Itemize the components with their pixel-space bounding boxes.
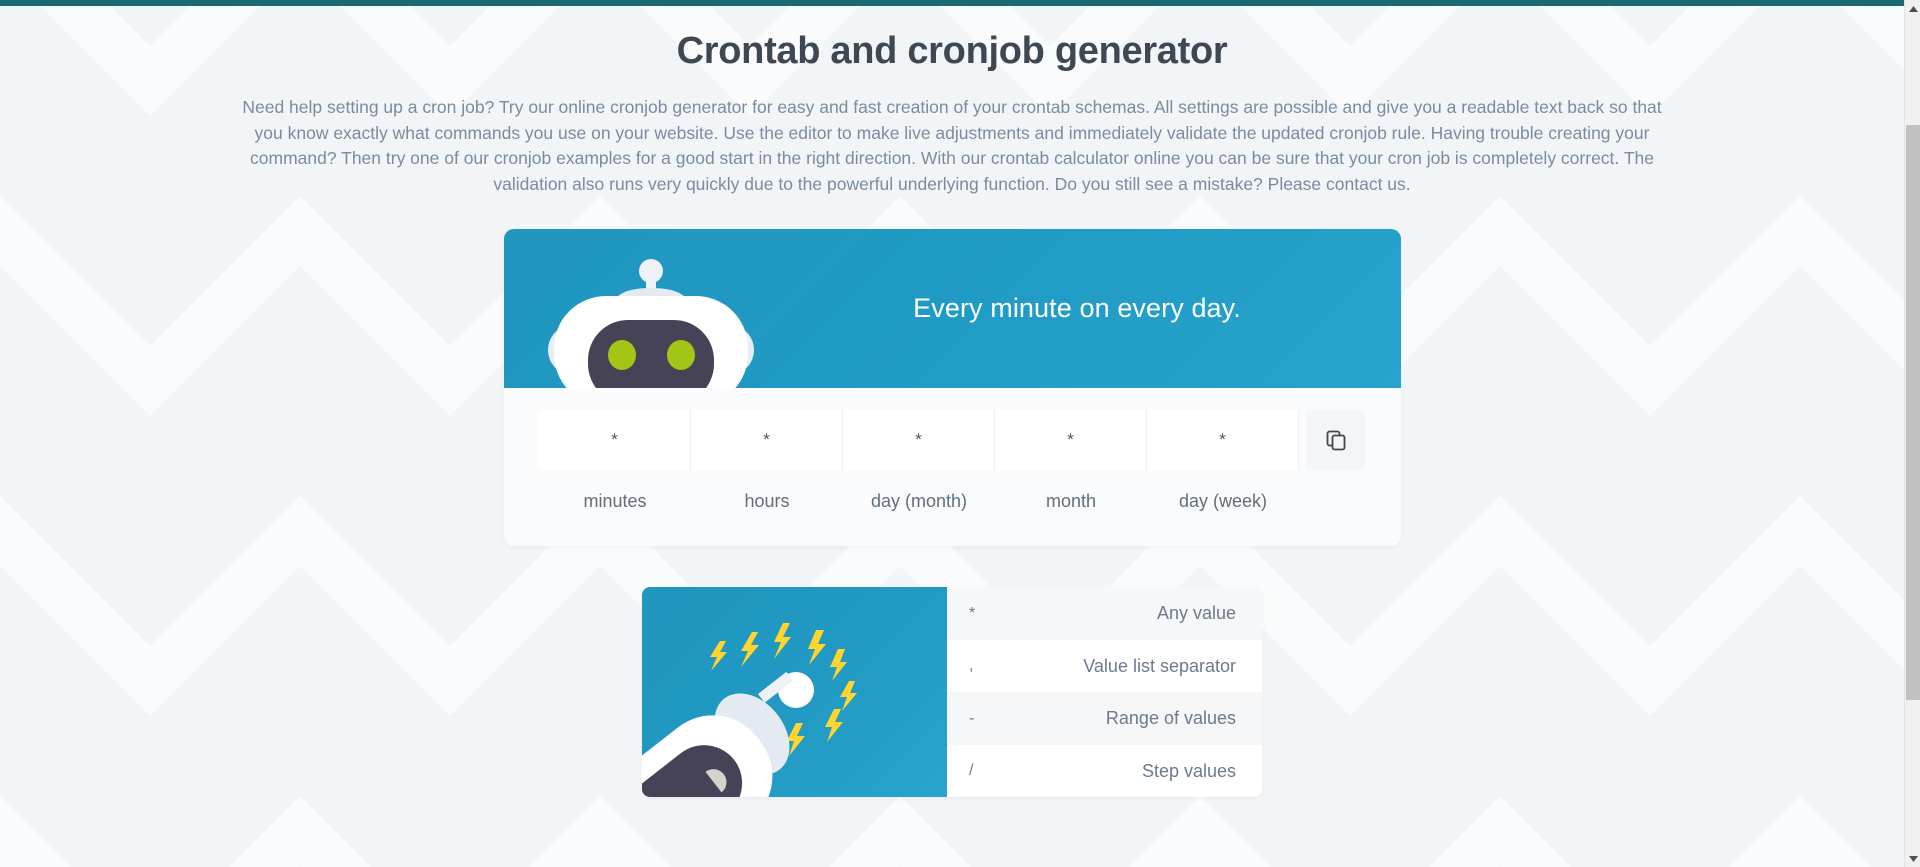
page-content: Crontab and cronjob generator Need help …	[0, 6, 1904, 798]
cron-generator-card: Every minute on every day. minutes hours…	[503, 229, 1401, 547]
month-input[interactable]	[995, 410, 1147, 471]
cron-field-month: month	[995, 410, 1147, 512]
cron-summary-panel: Every minute on every day.	[503, 229, 1401, 389]
cron-field-hours: hours	[691, 410, 843, 512]
scroll-up-arrow-icon[interactable]	[1905, 0, 1920, 17]
cron-syntax-legend: * Any value , Value list separator - Ran…	[642, 587, 1262, 798]
day-month-input[interactable]	[843, 410, 995, 471]
hours-input[interactable]	[691, 410, 843, 471]
page-intro-text: Need help setting up a cron job? Try our…	[242, 97, 1662, 194]
day-month-label: day (month)	[870, 491, 968, 512]
legend-row: / Step values	[947, 744, 1262, 798]
scrollbar-thumb[interactable]	[1906, 125, 1920, 700]
vertical-scrollbar[interactable]	[1904, 0, 1920, 867]
cron-fields-area: minutes hours day (month) month	[504, 388, 1401, 546]
legend-description: Any value	[1156, 603, 1236, 624]
legend-row: - Range of values	[947, 692, 1262, 745]
day-week-label: day (week)	[1178, 491, 1268, 512]
legend-description: Value list separator	[1083, 655, 1236, 676]
scroll-down-arrow-icon[interactable]	[1905, 850, 1920, 867]
cron-expression-fields: minutes hours day (month) month	[536, 410, 1369, 512]
cron-field-minutes: minutes	[539, 410, 691, 512]
page-viewport: Crontab and cronjob generator Need help …	[0, 6, 1904, 867]
minutes-label: minutes	[583, 491, 647, 512]
page-title: Crontab and cronjob generator	[676, 30, 1228, 72]
cron-summary-text: Every minute on every day.	[913, 293, 1241, 324]
legend-description: Range of values	[1105, 708, 1236, 729]
cron-field-day-week: day (week)	[1147, 410, 1299, 512]
copy-button-wrap	[1299, 410, 1365, 471]
legend-row: , Value list separator	[947, 639, 1262, 693]
day-week-input[interactable]	[1147, 410, 1299, 471]
legend-description: Step values	[1141, 760, 1236, 781]
legend-table: * Any value , Value list separator - Ran…	[947, 587, 1262, 798]
month-label: month	[1045, 491, 1097, 512]
copy-icon	[1326, 430, 1345, 451]
legend-row: * Any value	[947, 587, 1262, 640]
copy-expression-button[interactable]	[1306, 410, 1365, 471]
robot-bolts-illustration	[642, 587, 947, 798]
tilted-robot-icon	[642, 623, 857, 798]
cron-field-day-month: day (month)	[843, 410, 995, 512]
hours-label: hours	[744, 491, 790, 512]
minutes-input[interactable]	[539, 410, 691, 471]
